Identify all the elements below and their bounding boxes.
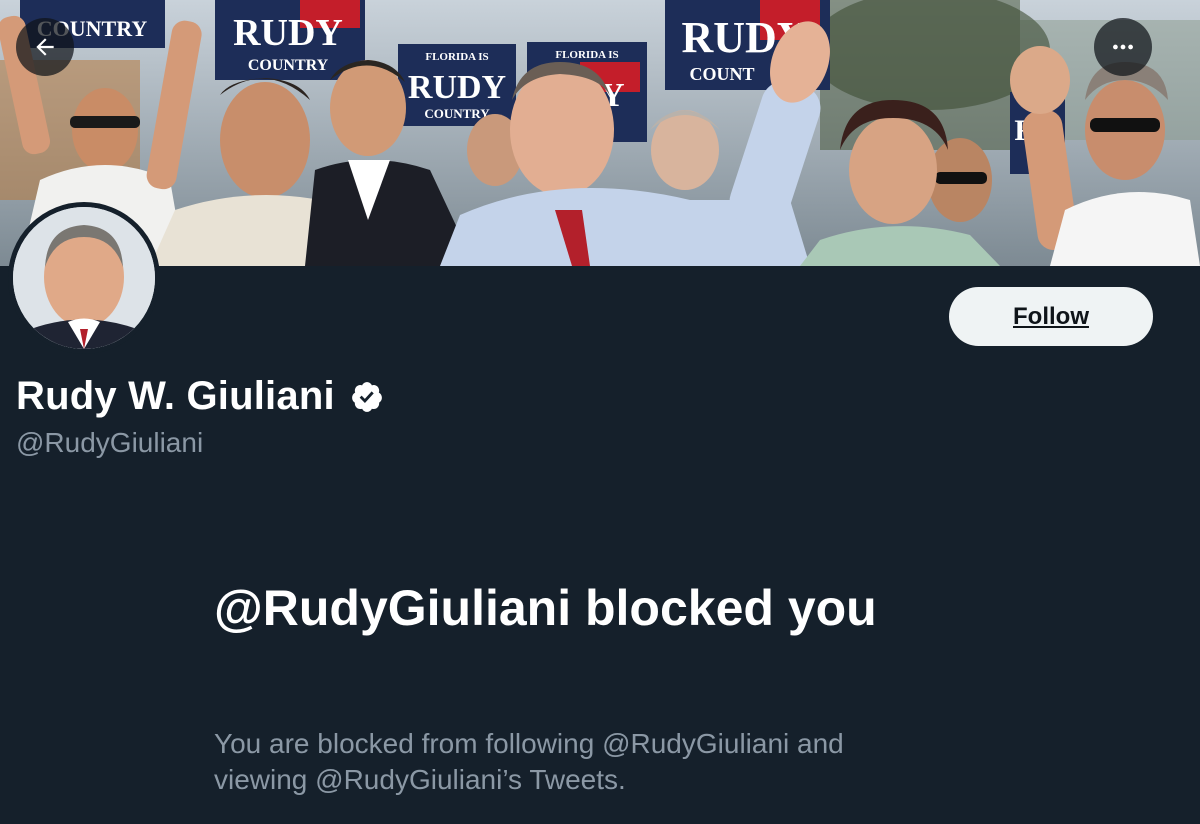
svg-text:COUNT: COUNT	[689, 64, 754, 84]
verified-badge-icon[interactable]	[349, 379, 385, 415]
sign-3: FLORIDA IS RUDY COUNTRY	[398, 44, 516, 126]
profile-page: COUNTRY RUDY COUNTRY FLORIDA IS RUDY COU…	[0, 0, 1200, 824]
avatar-image	[13, 207, 155, 349]
profile-banner[interactable]: COUNTRY RUDY COUNTRY FLORIDA IS RUDY COU…	[0, 0, 1200, 266]
display-name-row: Rudy W. Giuliani	[16, 374, 385, 419]
display-name: Rudy W. Giuliani	[16, 374, 335, 418]
follow-button[interactable]: Follow	[949, 287, 1153, 346]
back-button[interactable]	[16, 18, 74, 76]
svg-text:COUNTRY: COUNTRY	[248, 57, 329, 74]
more-horizontal-icon	[1113, 44, 1133, 50]
more-button[interactable]	[1094, 18, 1152, 76]
blocked-title: @RudyGiuliani blocked you	[214, 580, 877, 636]
arrow-left-icon	[36, 38, 54, 56]
profile-avatar[interactable]	[8, 202, 160, 354]
svg-text:COUNTRY: COUNTRY	[424, 106, 490, 121]
banner-image: COUNTRY RUDY COUNTRY FLORIDA IS RUDY COU…	[0, 0, 1200, 266]
profile-handle: @RudyGiuliani	[16, 427, 204, 458]
svg-text:RUDY: RUDY	[408, 69, 506, 106]
svg-text:FLORIDA IS: FLORIDA IS	[425, 51, 488, 63]
svg-text:FLORIDA IS: FLORIDA IS	[555, 49, 618, 61]
svg-text:RUDY: RUDY	[233, 12, 343, 54]
blocked-message: You are blocked from following @RudyGiul…	[214, 728, 844, 795]
